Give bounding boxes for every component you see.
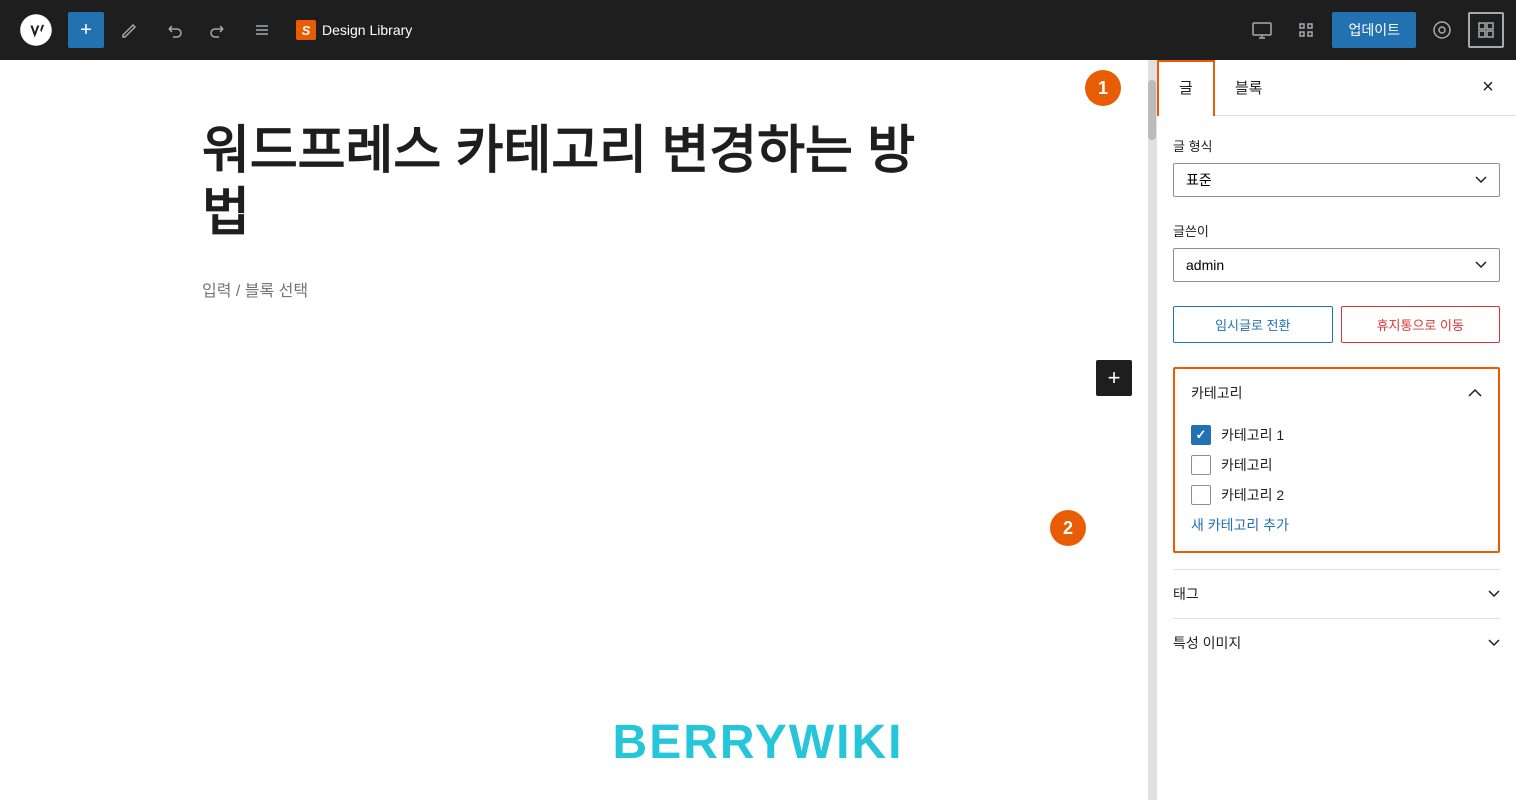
sidebar-close-button[interactable]: × — [1472, 72, 1504, 104]
preview-device-button[interactable] — [1244, 12, 1280, 48]
post-format-select[interactable]: 표준 — [1173, 163, 1500, 197]
category-item: 카테고리 1 — [1191, 425, 1482, 445]
post-title[interactable]: 워드프레스 카테고리 변경하는 방법 — [202, 120, 946, 245]
category-label: 카테고리 — [1191, 383, 1243, 403]
author-label: 글쓴이 — [1173, 221, 1500, 240]
category-1-label: 카테고리 1 — [1221, 425, 1284, 445]
add-category-link[interactable]: 새 카테고리 추가 — [1191, 515, 1482, 535]
category-item: 카테고리 — [1191, 455, 1482, 475]
category-collapse-icon — [1468, 388, 1482, 398]
main-layout: 워드프레스 카테고리 변경하는 방법 입력 / 블록 선택 + 글 블록 × — [0, 60, 1516, 800]
tags-label: 태그 — [1173, 584, 1199, 604]
tab-post[interactable]: 글 — [1157, 60, 1215, 116]
tags-header[interactable]: 태그 — [1173, 570, 1500, 618]
category-3-checkbox[interactable] — [1191, 485, 1211, 505]
edit-icon-button[interactable] — [112, 12, 148, 48]
toolbar-right: 업데이트 — [1244, 12, 1504, 48]
undo-button[interactable] — [156, 12, 192, 48]
wp-logo[interactable] — [12, 0, 60, 60]
sidebar-tabs: 글 블록 × — [1157, 60, 1516, 116]
category-section: 카테고리 카테고리 1 카테고리 — [1173, 367, 1500, 553]
action-buttons: 임시글로 전환 휴지통으로 이동 — [1173, 306, 1500, 343]
tab-block[interactable]: 블록 — [1215, 60, 1283, 116]
featured-image-section: 특성 이미지 — [1173, 618, 1500, 667]
category-header[interactable]: 카테고리 — [1175, 369, 1498, 417]
settings-toggle-button[interactable] — [1468, 12, 1504, 48]
design-library-label: Design Library — [322, 22, 412, 38]
right-sidebar: 글 블록 × 글 형식 표준 글쓴이 admin — [1156, 60, 1516, 800]
update-button[interactable]: 업데이트 — [1332, 12, 1416, 48]
category-2-checkbox[interactable] — [1191, 455, 1211, 475]
move-to-trash-button[interactable]: 휴지통으로 이동 — [1341, 306, 1501, 343]
featured-image-expand-icon — [1488, 639, 1500, 647]
toolbar: + S Design Library — [0, 0, 1516, 60]
redo-button[interactable] — [200, 12, 236, 48]
tags-expand-icon — [1488, 590, 1500, 598]
scrollbar-thumb[interactable] — [1148, 80, 1156, 140]
step-1-indicator: 1 — [1085, 70, 1121, 106]
category-body: 카테고리 1 카테고리 카테고리 2 새 카테고리 추가 — [1175, 417, 1498, 551]
author-section: 글쓴이 admin — [1173, 221, 1500, 282]
list-view-button[interactable] — [244, 12, 280, 48]
editor-content: 워드프레스 카테고리 변경하는 방법 입력 / 블록 선택 — [154, 60, 994, 361]
design-library-button[interactable]: S Design Library — [288, 16, 420, 44]
step-2-indicator: 2 — [1050, 510, 1086, 546]
add-block-toolbar-button[interactable]: + — [68, 12, 104, 48]
editor-area: 워드프레스 카테고리 변경하는 방법 입력 / 블록 선택 + — [0, 60, 1148, 800]
s-icon: S — [296, 20, 316, 40]
featured-image-header[interactable]: 특성 이미지 — [1173, 619, 1500, 667]
editor-scrollbar — [1148, 60, 1156, 800]
category-1-checkbox[interactable] — [1191, 425, 1211, 445]
category-item: 카테고리 2 — [1191, 485, 1482, 505]
tags-section: 태그 — [1173, 569, 1500, 618]
view-button[interactable] — [1288, 12, 1324, 48]
post-format-section: 글 형식 표준 — [1173, 136, 1500, 197]
storybook-button[interactable] — [1424, 12, 1460, 48]
post-placeholder[interactable]: 입력 / 블록 선택 — [202, 277, 946, 301]
sidebar-content: 글 형식 표준 글쓴이 admin 임시글로 전환 휴지통으로 이동 — [1157, 116, 1516, 800]
featured-image-label: 특성 이미지 — [1173, 633, 1241, 653]
category-3-label: 카테고리 2 — [1221, 485, 1284, 505]
convert-to-draft-button[interactable]: 임시글로 전환 — [1173, 306, 1333, 343]
category-2-label: 카테고리 — [1221, 455, 1273, 475]
add-block-inline-button[interactable]: + — [1096, 360, 1132, 396]
author-select[interactable]: admin — [1173, 248, 1500, 282]
post-format-label: 글 형식 — [1173, 136, 1500, 155]
